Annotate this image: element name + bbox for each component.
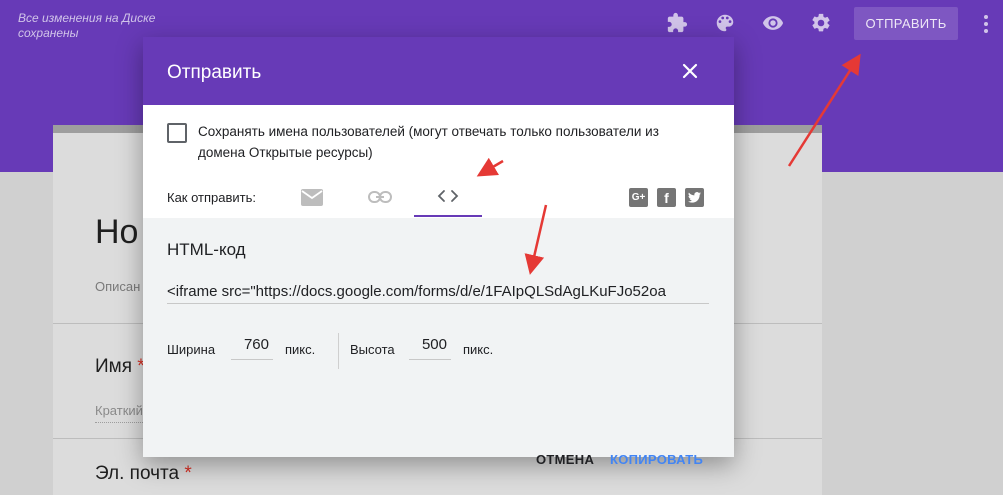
embed-title: HTML-код	[167, 240, 246, 259]
more-vert-icon[interactable]	[980, 12, 992, 36]
tab-link[interactable]	[346, 177, 414, 217]
palette-icon[interactable]	[713, 11, 737, 35]
width-label: Ширина	[167, 342, 216, 357]
height-input[interactable]: 500	[409, 336, 451, 360]
width-unit: пикс.	[285, 342, 316, 357]
facebook-icon[interactable]: f	[657, 188, 676, 207]
cancel-button[interactable]: ОТМЕНА	[536, 452, 594, 467]
width-input[interactable]: 760	[231, 336, 273, 360]
send-dialog: Отправить Сохранять имена пользователей …	[143, 37, 734, 467]
tab-email[interactable]	[278, 177, 346, 217]
puzzle-icon[interactable]	[665, 11, 689, 35]
google-plus-icon[interactable]: G+	[629, 188, 648, 207]
height-label: Высота	[350, 342, 395, 357]
link-icon	[368, 191, 392, 203]
dialog-title: Отправить	[167, 62, 262, 83]
send-via-label: Как отправить:	[167, 190, 257, 205]
close-icon[interactable]	[680, 61, 700, 81]
height-unit: пикс.	[463, 342, 494, 357]
dialog-header: Отправить	[143, 37, 734, 105]
required-mark: *	[184, 463, 192, 484]
embed-code-field[interactable]: <iframe src="https://docs.google.com/for…	[167, 283, 709, 304]
divider	[338, 333, 339, 369]
email-icon	[301, 188, 323, 206]
send-button[interactable]: ОТПРАВИТЬ	[854, 7, 958, 40]
question-label: Эл. почта	[95, 463, 180, 484]
question-name[interactable]: Имя *	[95, 356, 145, 378]
tab-embed[interactable]	[414, 177, 482, 217]
copy-button[interactable]: КОПИРОВАТЬ	[610, 452, 703, 467]
embed-panel: HTML-код <iframe src="https://docs.googl…	[143, 218, 734, 467]
eye-icon[interactable]	[761, 11, 785, 35]
collect-emails-checkbox[interactable]	[167, 123, 187, 143]
collect-emails-label: Сохранять имена пользователей (могут отв…	[198, 124, 659, 160]
form-description[interactable]: Описан	[95, 279, 140, 294]
embed-code-icon	[437, 190, 459, 202]
question-email[interactable]: Эл. почта *	[95, 463, 192, 485]
twitter-icon[interactable]	[685, 188, 704, 207]
form-title[interactable]: Но	[95, 213, 138, 252]
question-label: Имя	[95, 356, 133, 377]
gear-icon[interactable]	[809, 11, 833, 35]
